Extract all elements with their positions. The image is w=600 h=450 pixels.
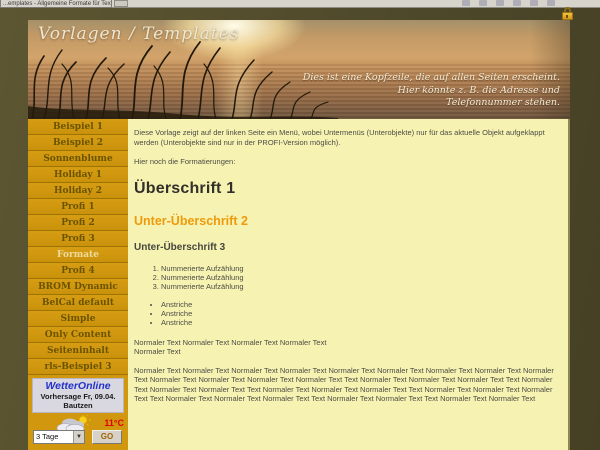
shield-icon[interactable] — [530, 0, 538, 6]
main-content: Diese Vorlage zeigt auf der linken Seite… — [128, 119, 570, 450]
weather-panel: WetterOnline Vorhersage Fr, 09.04. Bautz… — [32, 378, 124, 413]
bullet-list-item: Anstriche — [161, 300, 560, 309]
heading-2: Unter-Überschrift 2 — [134, 214, 560, 228]
normal-text-short: Normaler Text Normaler Text Normaler Tex… — [134, 338, 560, 357]
dune-grass-silhouette — [28, 34, 338, 119]
tagline-line: Telefonnummer stehen. — [446, 97, 560, 108]
intro-paragraph: Diese Vorlage zeigt auf der linken Seite… — [134, 128, 566, 147]
minimize-icon[interactable] — [496, 0, 504, 6]
tagline-line: Dies ist eine Kopfzeile, die auf allen S… — [303, 72, 560, 83]
weather-controls: 3 Tage ▼ GO — [32, 430, 124, 445]
bullet-list-item: Anstriche — [161, 309, 560, 318]
sidebar-item-profi-2[interactable]: Profi 2 — [28, 215, 128, 231]
browser-tab[interactable]: ...emplates - Allgemeine Formate für Tex… — [0, 0, 112, 8]
sidebar-item-holiday-2[interactable]: Holiday 2 — [28, 183, 128, 199]
weather-forecast-date: Vorhersage Fr, 09.04. — [33, 392, 123, 401]
weather-widget: WetterOnline Vorhersage Fr, 09.04. Bautz… — [28, 377, 128, 450]
normal-text-long: Normaler Text Normaler Text Normaler Tex… — [134, 366, 568, 404]
sidebar-item-seiteninhalt[interactable]: Seiteninhalt — [28, 343, 128, 359]
tagline-line: Hier könnte z. B. die Adresse und — [398, 85, 560, 96]
numbered-list-item: Nummerierte Aufzählung — [161, 282, 560, 291]
sidebar-item-only-content[interactable]: Only Content — [28, 327, 128, 343]
sidebar-item-formate[interactable]: Formate — [28, 247, 128, 263]
sidebar-item-brom-dynamic[interactable]: BROM Dynamic — [28, 279, 128, 295]
sidebar-item-beispiel-1[interactable]: Beispiel 1 — [28, 119, 128, 135]
weather-go-button[interactable]: GO — [92, 430, 122, 444]
pages-icon[interactable] — [479, 0, 487, 6]
lock-icon — [561, 7, 574, 20]
heading-1: Überschrift 1 — [134, 180, 560, 198]
sidebar-item-simple[interactable]: Simple — [28, 311, 128, 327]
bullet-list: Anstriche Anstriche Anstriche — [134, 300, 560, 327]
sidebar-item-sonnenblume[interactable]: Sonnenblume — [28, 151, 128, 167]
sidebar: Beispiel 1 Beispiel 2 Sonnenblume Holida… — [28, 119, 128, 450]
header-image: Vorlagen / Templates Dies ist eine Kopfz… — [28, 20, 570, 119]
print-icon[interactable] — [462, 0, 470, 6]
browser-toolbar-icons — [462, 0, 555, 7]
sidebar-item-rls-beispiel-3[interactable]: rls-Beispiel 3 — [28, 359, 128, 375]
normal-text-line: Normaler Text — [134, 347, 181, 356]
numbered-list-item: Nummerierte Aufzählung — [161, 264, 560, 273]
browser-titlebar: ...emplates - Allgemeine Formate für Tex… — [0, 0, 600, 8]
chevron-down-icon[interactable]: ▼ — [73, 431, 84, 443]
screen: ...emplates - Allgemeine Formate für Tex… — [0, 0, 600, 450]
weather-city: Bautzen — [33, 401, 123, 410]
site-title: Vorlagen / Templates — [38, 24, 239, 44]
forecast-range-value: 3 Tage — [36, 432, 58, 441]
sidebar-item-belcal-default[interactable]: BelCal default — [28, 295, 128, 311]
browser-tab-title: ...emplates - Allgemeine Formate für Tex… — [3, 1, 112, 7]
browser-tab-button[interactable] — [114, 0, 128, 7]
forecast-range-select[interactable]: 3 Tage ▼ — [33, 430, 85, 444]
normal-text-line: Normaler Text Normaler Text Normaler Tex… — [134, 338, 326, 347]
sidebar-item-profi-3[interactable]: Profi 3 — [28, 231, 128, 247]
header-tagline: Dies ist eine Kopfzeile, die auf allen S… — [303, 72, 560, 110]
help-icon[interactable] — [547, 0, 555, 6]
heading-3: Unter-Überschrift 3 — [134, 242, 560, 253]
temperature-value: 11°C — [104, 418, 124, 428]
wetteronline-logo[interactable]: WetterOnline — [33, 380, 123, 392]
lock-keyhole — [566, 15, 568, 18]
sidebar-item-profi-1[interactable]: Profi 1 — [28, 199, 128, 215]
sidebar-item-profi-4[interactable]: Profi 4 — [28, 263, 128, 279]
formats-note: Hier noch die Formatierungen: — [134, 157, 560, 167]
numbered-list-item: Nummerierte Aufzählung — [161, 273, 560, 282]
bullet-list-item: Anstriche — [161, 318, 560, 327]
numbered-list: Nummerierte Aufzählung Nummerierte Aufzä… — [134, 264, 560, 291]
restore-icon[interactable] — [513, 0, 521, 6]
sidebar-item-beispiel-2[interactable]: Beispiel 2 — [28, 135, 128, 151]
sidebar-item-holiday-1[interactable]: Holiday 1 — [28, 167, 128, 183]
